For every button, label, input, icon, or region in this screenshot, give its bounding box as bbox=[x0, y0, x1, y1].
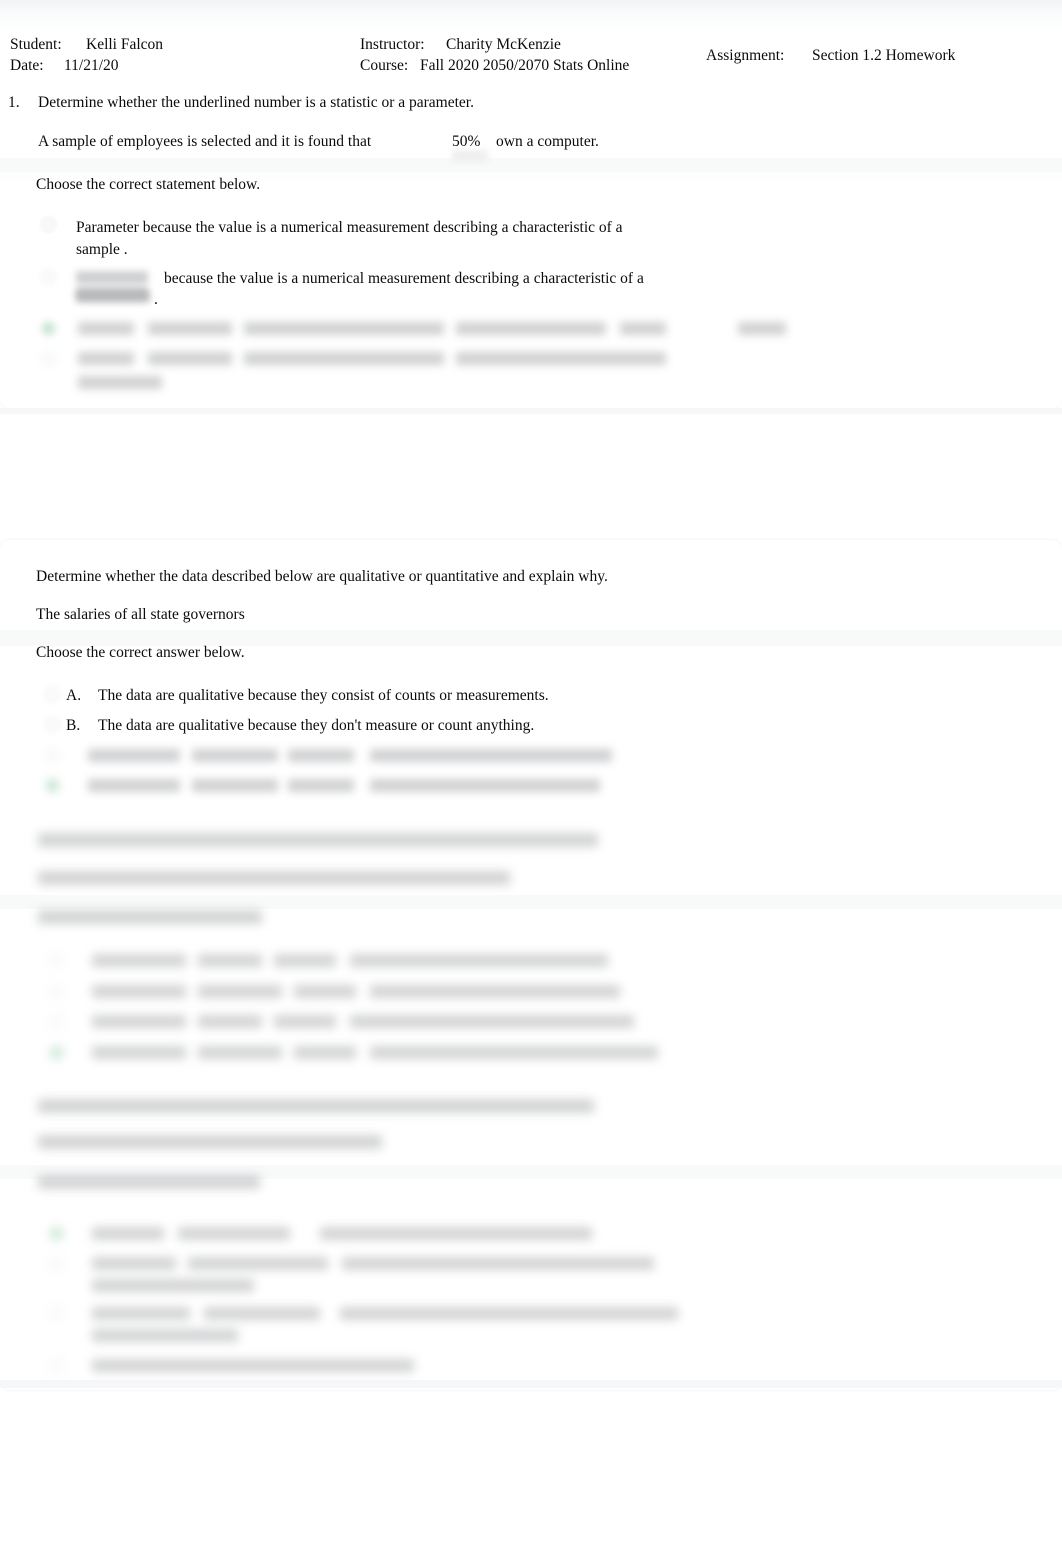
instructor-label: Instructor: bbox=[360, 36, 425, 53]
question-1-context-value: 50% bbox=[452, 133, 481, 150]
course-label: Course: bbox=[360, 57, 409, 74]
question-1-option-4-radio[interactable] bbox=[40, 350, 57, 367]
date-value: 11/21/20 bbox=[64, 57, 119, 74]
panel-edge-band bbox=[0, 408, 1062, 414]
header-course: Course: Fall 2020 2050/2070 Stats Online bbox=[360, 55, 629, 76]
question-1-option-2-line1: because the value is a numerical measure… bbox=[164, 270, 644, 287]
question-2-option-b-text: The data are qualitative because they do… bbox=[98, 717, 535, 734]
question-2-option-a-text: The data are qualitative because they co… bbox=[98, 687, 549, 704]
question-1-instruction: Choose the correct statement below. bbox=[36, 176, 261, 193]
assignment-name: Section 1.2 Homework bbox=[812, 47, 956, 64]
question-4-option-c-radio[interactable] bbox=[48, 1305, 65, 1322]
question-1-option-2-radio[interactable] bbox=[40, 268, 57, 285]
question-1-number: 1. bbox=[8, 94, 20, 111]
question-3-option-b-radio[interactable] bbox=[48, 983, 65, 1000]
student-name: Kelli Falcon bbox=[86, 36, 164, 53]
question-1-context-prefix: A sample of employees is selected and it… bbox=[38, 133, 372, 150]
panel-tint-band-3 bbox=[0, 895, 1062, 909]
question-2-option-b-letter: B. bbox=[66, 717, 81, 734]
header-date: Date: 11/21/20 bbox=[10, 55, 119, 76]
question-2-option-c-radio[interactable] bbox=[44, 747, 61, 764]
question-1-option-1-line2: sample . bbox=[76, 241, 128, 258]
instructor-name: Charity McKenzie bbox=[446, 36, 561, 53]
question-1-prompt: Determine whether the underlined number … bbox=[38, 94, 474, 111]
panel-edge-band-2 bbox=[0, 1380, 1062, 1388]
question-1-context-suffix: own a computer. bbox=[496, 133, 599, 150]
assignment-label: Assignment: bbox=[706, 47, 785, 64]
question-4-option-a-radio[interactable] bbox=[48, 1225, 65, 1242]
course-name: Fall 2020 2050/2070 Stats Online bbox=[420, 57, 630, 74]
question-2-context: The salaries of all state governors bbox=[36, 606, 245, 623]
question-4-option-b-radio[interactable] bbox=[48, 1255, 65, 1272]
worksheet-page: Student: Kelli Falcon Date: 11/21/20 Instr… bbox=[0, 0, 1062, 1556]
question-4-option-d-radio[interactable] bbox=[48, 1357, 65, 1374]
question-3-option-d-radio[interactable] bbox=[48, 1044, 65, 1061]
question-1-option-1-line1: Parameter because the value is a numeric… bbox=[76, 219, 623, 236]
question-1-option-2-period: . bbox=[154, 291, 158, 308]
question-2-option-a-radio[interactable] bbox=[44, 686, 61, 703]
question-2-prompt: Determine whether the data described bel… bbox=[36, 568, 608, 585]
header-instructor: Instructor: Charity McKenzie bbox=[360, 34, 561, 55]
question-3-option-a-radio[interactable] bbox=[48, 952, 65, 969]
date-label: Date: bbox=[10, 57, 44, 74]
student-label: Student: bbox=[10, 36, 62, 53]
question-2-instruction: Choose the correct answer below. bbox=[36, 644, 245, 661]
question-2-option-d-radio[interactable] bbox=[44, 777, 61, 794]
question-2-option-b-radio[interactable] bbox=[44, 716, 61, 733]
question-1-option-3-radio[interactable] bbox=[40, 320, 57, 337]
header-student: Student: Kelli Falcon bbox=[10, 34, 163, 55]
header-assignment: Assignment: Section 1.2 Homework bbox=[706, 45, 955, 66]
page-top-band bbox=[0, 0, 1062, 16]
question-2-option-a-letter: A. bbox=[66, 687, 82, 704]
question-3-option-c-radio[interactable] bbox=[48, 1013, 65, 1030]
panel-tint-band bbox=[0, 158, 1062, 172]
question-1-option-1-radio[interactable] bbox=[40, 216, 57, 233]
worksheet-header: Student: Kelli Falcon Date: 11/21/20 Instr… bbox=[0, 28, 1062, 80]
